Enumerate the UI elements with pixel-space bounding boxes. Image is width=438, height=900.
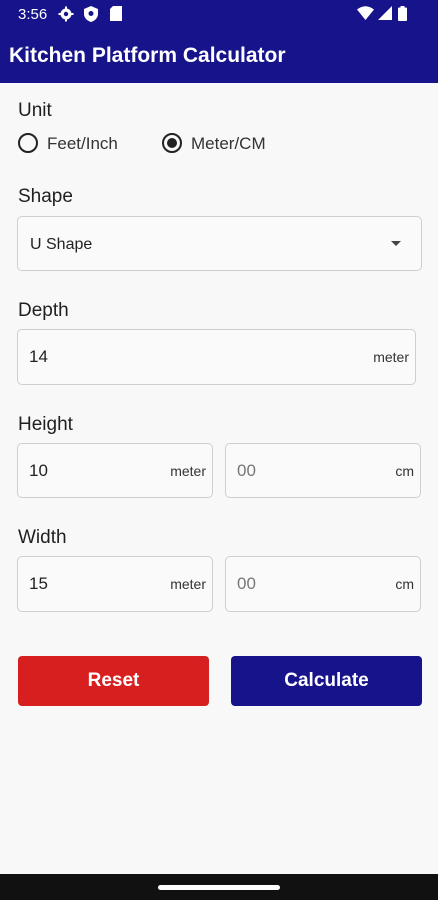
radio-selected-icon — [162, 133, 182, 153]
depth-value: 14 — [29, 347, 48, 366]
width-meter-suffix: meter — [170, 576, 206, 592]
sim-card-icon — [110, 6, 122, 21]
height-cm-input[interactable]: 00 cm — [225, 443, 421, 498]
unit-option-meter-cm[interactable]: Meter/CM — [162, 132, 282, 158]
width-cm-placeholder: 00 — [237, 574, 256, 593]
shield-icon — [84, 6, 98, 22]
width-cm-suffix: cm — [395, 576, 414, 592]
shape-selected-value: U Shape — [30, 236, 93, 253]
gear-icon — [58, 6, 74, 22]
app-title: Kitchen Platform Calculator — [9, 44, 286, 67]
home-gesture-handle[interactable] — [158, 885, 280, 890]
app-bar: Kitchen Platform Calculator — [0, 30, 438, 83]
depth-suffix: meter — [373, 349, 409, 365]
height-label: Height — [18, 414, 73, 435]
width-meter-input[interactable]: 15 meter — [17, 556, 213, 612]
status-time: 3:56 — [18, 6, 48, 23]
height-cm-placeholder: 00 — [237, 461, 256, 480]
unit-option-label: Feet/Inch — [47, 134, 118, 153]
status-bar: 3:56 — [0, 0, 438, 30]
unit-option-feet-inch[interactable]: Feet/Inch — [18, 132, 133, 158]
unit-option-label: Meter/CM — [191, 134, 266, 153]
depth-label: Depth — [18, 300, 69, 321]
height-cm-suffix: cm — [395, 463, 414, 479]
calculate-button[interactable]: Calculate — [231, 656, 422, 706]
shape-label: Shape — [18, 186, 73, 207]
dropdown-arrow-icon — [391, 241, 401, 246]
width-cm-input[interactable]: 00 cm — [225, 556, 421, 612]
unit-label: Unit — [18, 100, 52, 121]
height-meter-value: 10 — [29, 461, 48, 480]
width-meter-value: 15 — [29, 574, 48, 593]
shape-dropdown[interactable]: U Shape — [17, 216, 422, 271]
navigation-bar — [0, 874, 438, 900]
depth-input[interactable]: 14 meter — [17, 329, 416, 385]
height-meter-suffix: meter — [170, 463, 206, 479]
wifi-icon — [357, 6, 374, 20]
width-label: Width — [18, 527, 67, 548]
reset-button[interactable]: Reset — [18, 656, 209, 706]
signal-icon — [378, 6, 392, 20]
battery-icon — [398, 6, 407, 21]
radio-unselected-icon — [18, 133, 38, 153]
height-meter-input[interactable]: 10 meter — [17, 443, 213, 498]
